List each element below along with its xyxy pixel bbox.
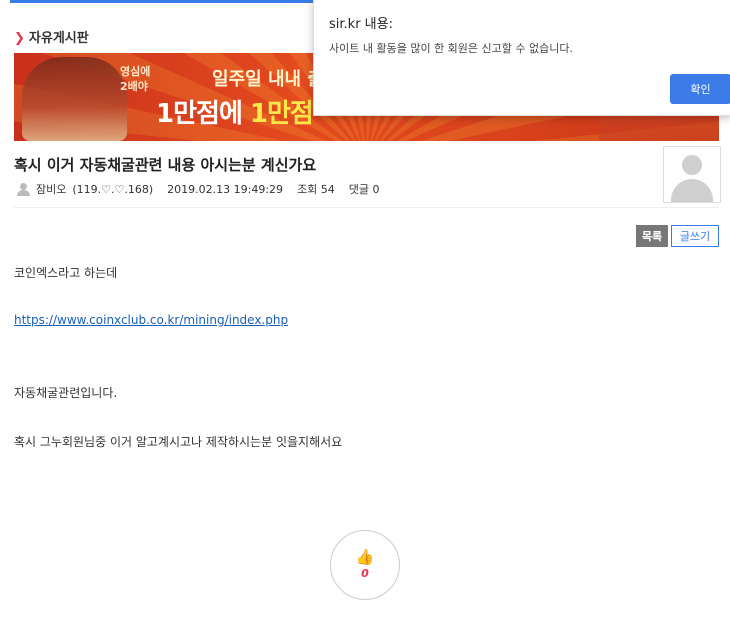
alert-dialog: sir.kr 내용: 사이트 내 활동을 많이 한 회원은 신고할 수 없습니다… [313, 0, 730, 116]
banner-small-text-2: 2배야 [120, 80, 148, 93]
comment-count: 댓글 0 [348, 183, 380, 196]
banner-headline-2c: 1만점 [249, 99, 314, 129]
like-button[interactable]: 👍 0 [330, 530, 400, 600]
board-title-label: 자유게시판 [28, 31, 89, 46]
post-title: 혹시 이거 자동채굴관련 내용 아시는분 계신가요 [14, 156, 317, 174]
author[interactable]: 잠비오 [17, 181, 66, 197]
body-text-3: 혹시 그누회원님중 이거 알고계시고나 제작하시는분 잇을지해서요 [14, 435, 343, 449]
banner-headline-2: 1만점에 1만점 [156, 93, 314, 130]
chevron-right-icon: ❯ [14, 31, 25, 46]
thumbs-up-icon: 👍 [355, 548, 375, 566]
like-count: 0 [361, 567, 369, 580]
banner-headline-2a: 1만점 [156, 99, 220, 129]
body-text-1: 코인엑스라고 하는데 [14, 266, 118, 280]
dialog-title: sir.kr 내용: [329, 17, 393, 32]
banner-figure [22, 57, 127, 141]
author-avatar [663, 146, 721, 203]
body-text-2: 자동채굴관련입니다. [14, 386, 118, 400]
banner-small-text-1: 영심에 [120, 65, 151, 78]
write-button[interactable]: 글쓰기 [671, 225, 719, 247]
avatar-head-icon [682, 155, 702, 175]
list-button[interactable]: 목록 [636, 225, 668, 247]
author-name[interactable]: 잠비오 [36, 181, 66, 197]
divider [14, 207, 719, 208]
dialog-ok-button[interactable]: 확인 [670, 74, 730, 104]
view-count: 조회 54 [297, 183, 335, 196]
avatar-body-icon [671, 179, 713, 202]
board-title[interactable]: ❯ 자유게시판 [14, 27, 89, 46]
banner-headline-1: 일주일 내내 출 [212, 69, 324, 90]
author-ip: (119.♡.♡.168) [72, 182, 154, 196]
banner-headline-2b: 에 [218, 99, 250, 129]
post-link[interactable]: https://www.coinxclub.co.kr/mining/index… [14, 313, 288, 327]
active-tab-indicator [10, 0, 315, 3]
dialog-message: 사이트 내 활동을 많이 한 회원은 신고할 수 없습니다. [329, 42, 573, 55]
person-icon [17, 182, 30, 196]
post-datetime: 2019.02.13 19:49:29 [167, 182, 284, 196]
post-meta: 잠비오 (119.♡.♡.168) 2019.02.13 19:49:29 조회… [17, 181, 380, 197]
